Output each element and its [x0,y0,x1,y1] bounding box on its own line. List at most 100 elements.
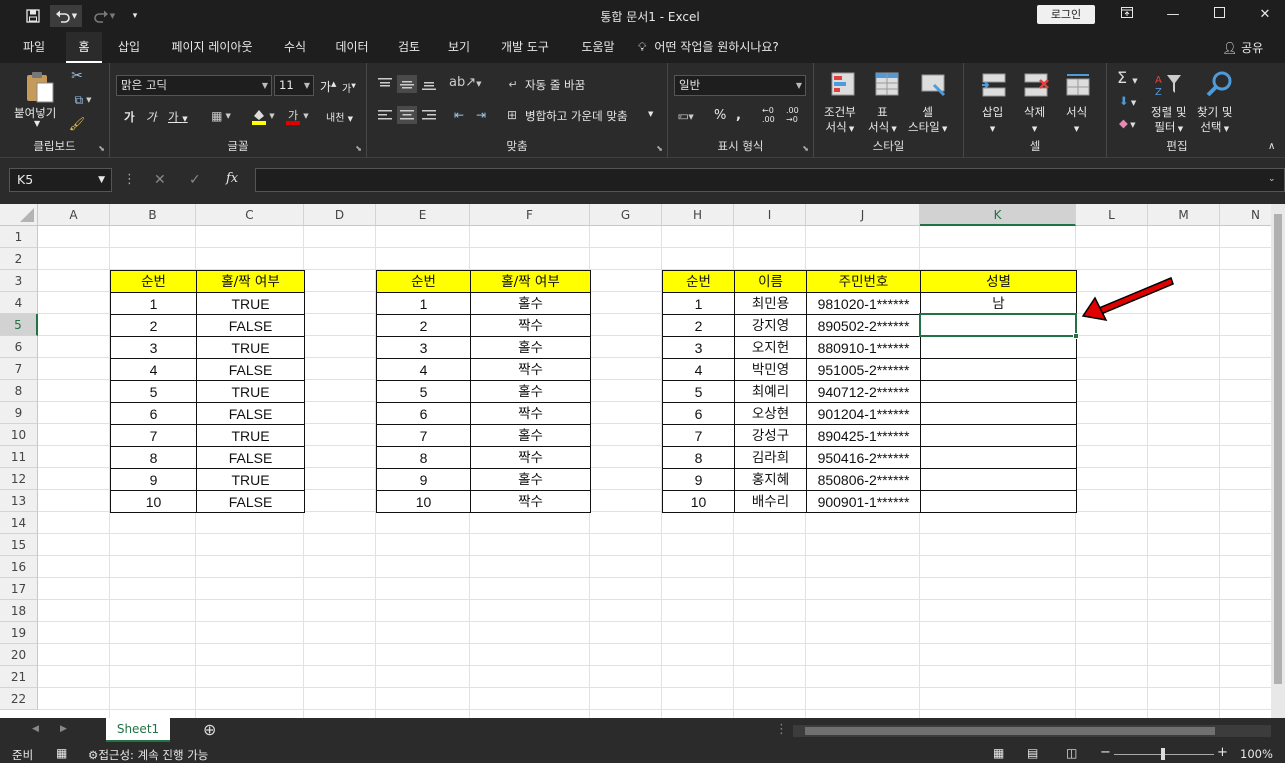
table1-header-cell[interactable]: 홀/짝 여부 [196,270,305,293]
tab-developer[interactable]: 개발 도구 [490,32,560,63]
table3-header-cell[interactable]: 순번 [662,270,735,293]
cut-icon[interactable]: ✂ [68,67,86,85]
copy-icon[interactable]: ⧉ ▼ [68,91,98,109]
table1-cell[interactable]: 7 [110,424,197,447]
row-header-15[interactable]: 15 [0,534,38,556]
enter-icon[interactable]: ✓ [189,172,201,188]
undo-icon[interactable]: ▼ [50,5,82,27]
formula-input[interactable] [255,168,1285,192]
table3-header-cell[interactable]: 이름 [734,270,807,293]
font-launcher-icon[interactable]: ⬊ [355,144,362,153]
insert-cells-icon[interactable] [978,69,1010,101]
format-cells-button[interactable]: 서식 ▼ [1066,105,1087,137]
orientation-icon[interactable]: ab↗▼ [449,75,482,90]
column-header-d[interactable]: D [304,204,376,226]
table3-cell[interactable]: 6 [662,402,735,425]
table2-cell[interactable]: 5 [376,380,471,403]
expand-formula-bar-icon[interactable]: ⌄ [1268,174,1276,184]
align-bottom-icon[interactable] [419,75,439,93]
page-break-view-icon[interactable]: ◫ [1066,746,1077,760]
cancel-icon[interactable]: ✕ [154,172,166,188]
table1-cell[interactable]: 6 [110,402,197,425]
column-header-e[interactable]: E [376,204,470,226]
sort-filter-button[interactable]: 정렬 및 필터 ▼ [1151,105,1186,137]
table3-cell[interactable] [920,336,1077,359]
row-header-20[interactable]: 20 [0,644,38,666]
delete-cells-icon[interactable] [1020,69,1052,101]
next-sheet-icon[interactable]: ▶ [60,724,67,734]
bold-icon[interactable]: 가 [124,109,135,125]
zoom-in-icon[interactable]: + [1217,745,1228,760]
conditional-formatting-icon[interactable] [828,69,860,101]
find-select-icon[interactable] [1203,69,1235,99]
column-header-k[interactable]: K [920,204,1076,226]
column-header-b[interactable]: B [110,204,196,226]
minimize-icon[interactable]: — [1158,4,1188,26]
table1-cell[interactable]: 4 [110,358,197,381]
table1-cell[interactable]: FALSE [196,314,305,337]
row-header-14[interactable]: 14 [0,512,38,534]
table3-cell[interactable] [920,468,1077,491]
table2-cell[interactable]: 짝수 [470,402,591,425]
italic-icon[interactable]: 가 [146,109,157,125]
table1-cell[interactable]: 1 [110,292,197,315]
format-cells-icon[interactable] [1062,69,1094,101]
save-icon[interactable] [22,5,44,27]
font-color-icon[interactable]: 가 ▼ [282,106,312,126]
customize-qat-icon[interactable]: ▾ [124,5,146,27]
wrap-text-button[interactable]: 자동 줄 바꿈 [525,77,585,93]
table3-cell[interactable]: 890502-2****** [806,314,921,337]
row-header-7[interactable]: 7 [0,358,38,380]
fill-color-icon[interactable]: ▼ [248,106,278,126]
splitter-icon[interactable]: ⋮ [775,722,788,737]
table3-cell[interactable]: 10 [662,490,735,513]
table2-cell[interactable]: 3 [376,336,471,359]
clear-icon[interactable]: ◆ ▼ [1119,116,1135,130]
table1-cell[interactable]: 9 [110,468,197,491]
name-box[interactable]: K5 ▼ [9,168,112,192]
table1-cell[interactable]: TRUE [196,468,305,491]
table3-cell[interactable]: 5 [662,380,735,403]
table3-cell[interactable]: 박민영 [734,358,807,381]
row-header-5[interactable]: 5 [0,314,38,336]
redo-icon[interactable]: ▼ [88,5,120,27]
cell-styles-icon[interactable] [918,69,950,101]
paste-icon[interactable] [22,69,58,105]
spreadsheet-grid[interactable]: ABCDEFGHIJKLMN 1 2 3 4 5 6 7 8 9 10 11 12 13 14 15 16 17… [0,204,1285,718]
table2-cell[interactable]: 2 [376,314,471,337]
tab-insert[interactable]: 삽입 [110,32,148,63]
conditional-formatting-button[interactable]: 조건부 서식 ▼ [824,105,856,137]
table3-cell[interactable]: 4 [662,358,735,381]
column-header-j[interactable]: J [806,204,920,226]
row-header-17[interactable]: 17 [0,578,38,600]
table3-cell[interactable]: 8 [662,446,735,469]
table2-cell[interactable]: 짝수 [470,490,591,513]
prev-sheet-icon[interactable]: ◀ [32,724,39,734]
column-header-l[interactable]: L [1076,204,1148,226]
row-header-16[interactable]: 16 [0,556,38,578]
decrease-decimal-icon[interactable]: .00 →0 [786,106,799,124]
table2-cell[interactable]: 홀수 [470,292,591,315]
format-as-table-button[interactable]: 표 서식 ▼ [868,105,897,137]
align-middle-icon[interactable] [397,75,417,93]
format-painter-icon[interactable]: 🖌︎ [68,115,86,133]
table1-cell[interactable]: TRUE [196,424,305,447]
column-header-h[interactable]: H [662,204,734,226]
table2-header-cell[interactable]: 홀/짝 여부 [470,270,591,293]
table2-cell[interactable]: 홀수 [470,336,591,359]
tab-view[interactable]: 보기 [440,32,478,63]
table3-cell[interactable]: 남 [920,292,1077,315]
table3-cell[interactable]: 981020-1****** [806,292,921,315]
table3-cell[interactable]: 850806-2****** [806,468,921,491]
vertical-scroll-thumb[interactable] [1274,214,1282,684]
accessibility-status[interactable]: ⚙︎접근성: 계속 진행 가능 [88,747,208,763]
table3-cell[interactable]: 880910-1****** [806,336,921,359]
table3-cell[interactable] [920,490,1077,513]
macro-record-icon[interactable]: ▦ [56,746,67,760]
table3-cell[interactable]: 890425-1****** [806,424,921,447]
increase-decimal-icon[interactable]: ←0.00 [762,106,775,124]
table3-cell[interactable]: 배수리 [734,490,807,513]
table1-cell[interactable]: 3 [110,336,197,359]
table3-cell[interactable]: 951005-2****** [806,358,921,381]
fill-handle[interactable] [1073,333,1079,339]
